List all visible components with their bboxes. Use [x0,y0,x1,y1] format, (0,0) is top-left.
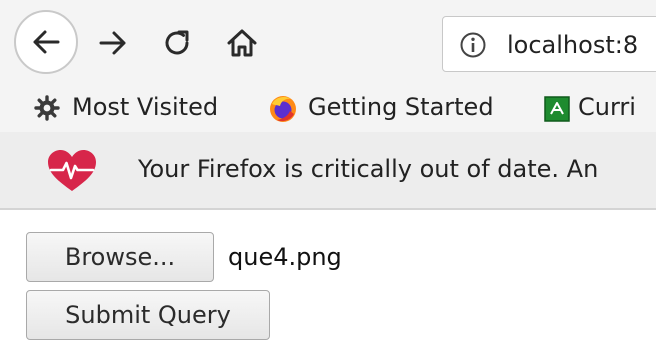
browse-button[interactable]: Browse... [26,232,214,282]
bookmark-most-visited[interactable]: Most Visited [34,90,244,124]
heart-icon [48,150,96,191]
notification-message: Your Firefox is critically out of date. … [138,155,599,183]
bookmark-curri[interactable]: Curri [544,90,656,124]
home-icon[interactable] [226,28,258,58]
bookmarks-toolbar: Most Visited Getting Started Curri [0,82,656,132]
reload-icon[interactable] [162,28,192,58]
green-bookmark-icon [544,96,570,122]
back-arrow-icon [33,30,60,54]
update-notification-bar: Your Firefox is critically out of date. … [0,132,656,210]
gear-icon [34,95,60,121]
firefox-icon [270,96,296,122]
bookmark-label: Most Visited [72,93,219,121]
back-button[interactable] [14,10,78,74]
url-bar[interactable]: localhost:8 [442,16,656,72]
site-info-icon[interactable] [459,31,487,59]
submit-query-button[interactable]: Submit Query [26,290,270,340]
bookmark-getting-started[interactable]: Getting Started [268,90,522,124]
bookmark-label: Getting Started [308,93,494,121]
url-text: localhost:8 [507,31,639,59]
page-content: Browse... que4.png Submit Query [0,210,656,341]
bookmark-label: Curri [578,93,636,121]
forward-arrow-icon[interactable] [98,28,128,58]
selected-file-name: que4.png [228,243,342,271]
navigation-toolbar: localhost:8 [0,0,656,82]
